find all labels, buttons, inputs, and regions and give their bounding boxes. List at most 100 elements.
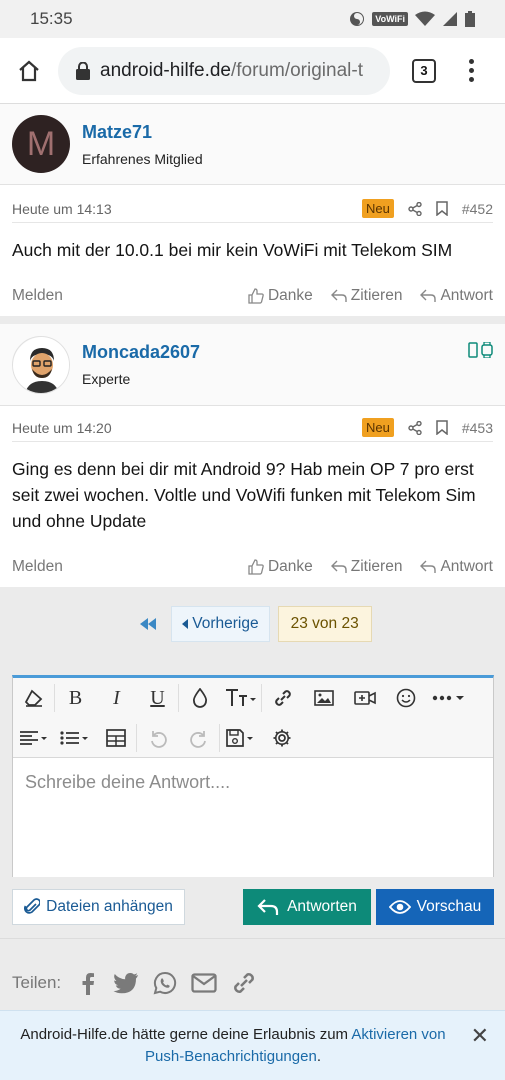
post-actions: Melden Danke Zitieren Antwort [0, 277, 505, 315]
home-button[interactable] [0, 59, 58, 83]
more-options-button[interactable] [426, 678, 470, 718]
post-number[interactable]: #453 [462, 420, 493, 436]
status-time: 15:35 [30, 9, 73, 28]
post-date[interactable]: Heute um 14:13 [12, 201, 362, 217]
first-page-button[interactable] [133, 618, 163, 630]
text-size-icon [225, 689, 256, 706]
user-title: Experte [82, 371, 131, 387]
post-body: Auch mit der 10.0.1 bei mir kein VoWiFi … [12, 240, 453, 260]
share-icon[interactable] [408, 201, 422, 216]
reply-textarea[interactable]: Schreibe deine Antwort.... [13, 758, 493, 877]
italic-button[interactable]: I [96, 678, 137, 718]
post-meta: Heute um 14:20 Neu #453 [12, 414, 493, 442]
share-twitter-button[interactable] [113, 972, 139, 994]
notice-text: Android-Hilfe.de hätte gerne deine Erlau… [20, 1025, 352, 1043]
post-453: Moncada2607 Experte Heute um 14:20 Neu #… [0, 324, 505, 587]
post-user-header: Moncada2607 Experte [0, 324, 505, 406]
share-email-button[interactable] [191, 972, 217, 993]
quote-icon [330, 289, 347, 302]
username[interactable]: Moncada2607 [82, 342, 200, 363]
status-bar: 15:35 VoWiFi [0, 0, 505, 38]
link-button[interactable] [262, 678, 303, 718]
avatar-image [13, 336, 69, 393]
gear-icon [273, 729, 290, 746]
browser-toolbar: android-hilfe.de/forum/original-t 3 [0, 38, 505, 104]
close-icon[interactable]: ✕ [471, 1025, 489, 1047]
align-button[interactable] [13, 718, 54, 758]
emoji-button[interactable] [385, 678, 426, 718]
table-icon [105, 728, 126, 747]
video-icon [353, 691, 376, 705]
preview-button[interactable]: Vorschau [376, 889, 494, 925]
underline-button[interactable]: U [137, 678, 178, 718]
device-icons [468, 342, 493, 358]
undo-button[interactable] [137, 718, 178, 758]
thumbs-up-icon [248, 559, 264, 575]
envelope-icon [191, 972, 217, 993]
like-button[interactable]: Danke [248, 558, 313, 576]
redo-button[interactable] [178, 718, 219, 758]
tab-switcher-button[interactable]: 3 [412, 58, 436, 83]
insert-image-button[interactable] [303, 678, 344, 718]
submit-reply-button[interactable]: Antworten [243, 889, 371, 925]
avatar[interactable]: M [12, 115, 70, 173]
twitter-icon [113, 972, 139, 993]
url-bar[interactable]: android-hilfe.de/forum/original-t [58, 46, 390, 95]
report-link[interactable]: Melden [12, 558, 230, 576]
lock-icon [76, 61, 90, 80]
browser-menu-button[interactable] [469, 59, 474, 82]
like-button[interactable]: Danke [248, 287, 313, 305]
post-body: Ging es denn bei dir mit Android 9? Hab … [12, 459, 476, 531]
avatar[interactable] [12, 335, 70, 394]
post-number[interactable]: #452 [462, 201, 493, 217]
editor-toolbar-row-2 [13, 718, 493, 758]
share-icon[interactable] [408, 420, 422, 435]
post-user-header: M Matze71 Erfahrenes Mitglied [0, 104, 505, 185]
reply-link[interactable]: Antwort [420, 287, 493, 305]
quote-button[interactable]: Zitieren [330, 558, 402, 576]
save-draft-button[interactable] [220, 718, 261, 758]
share-whatsapp-button[interactable] [153, 971, 177, 995]
attach-files-button[interactable]: Dateien anhängen [12, 889, 185, 925]
table-button[interactable] [95, 718, 136, 758]
thumbs-up-icon [248, 288, 264, 304]
username[interactable]: Matze71 [82, 122, 203, 143]
list-button[interactable] [54, 718, 95, 758]
bold-button[interactable]: B [55, 678, 96, 718]
bookmark-icon[interactable] [436, 420, 448, 435]
url-domain: android-hilfe.de [100, 59, 231, 81]
report-link[interactable]: Melden [12, 287, 230, 305]
more-icon [432, 695, 464, 701]
post-452: M Matze71 Erfahrenes Mitglied Heute um 1… [0, 104, 505, 316]
eraser-icon [24, 689, 42, 707]
reply-link[interactable]: Antwort [420, 558, 493, 576]
align-left-icon [19, 730, 47, 745]
text-color-button[interactable] [179, 678, 220, 718]
list-icon [59, 730, 88, 745]
share-link-button[interactable] [231, 970, 257, 996]
bookmark-icon[interactable] [436, 201, 448, 216]
status-icons: VoWiFi [349, 11, 475, 27]
reply-icon [420, 560, 437, 573]
editor-settings-button[interactable] [261, 718, 302, 758]
undo-icon [150, 730, 167, 748]
save-icon [225, 728, 253, 747]
font-size-button[interactable] [220, 678, 261, 718]
insert-media-button[interactable] [344, 678, 385, 718]
share-facebook-button[interactable] [77, 971, 99, 995]
post-meta: Heute um 14:13 Neu #452 [12, 195, 493, 223]
quote-button[interactable]: Zitieren [330, 287, 402, 305]
editor-buttons: Dateien anhängen Antworten Vorschau [12, 889, 494, 925]
share-label: Teilen: [12, 972, 62, 992]
clear-format-button[interactable] [13, 678, 54, 718]
double-chevron-left-icon [140, 618, 157, 630]
post-date[interactable]: Heute um 14:20 [12, 420, 362, 436]
signal-icon [443, 12, 457, 26]
post-actions: Melden Danke Zitieren Antwort [0, 548, 505, 586]
previous-page-button[interactable]: Vorherige [171, 606, 270, 642]
phone-icon [468, 342, 478, 358]
url-path: /forum/original-t [230, 59, 363, 81]
quote-icon [330, 560, 347, 573]
current-page[interactable]: 23 von 23 [277, 606, 372, 642]
new-badge: Neu [361, 418, 394, 437]
